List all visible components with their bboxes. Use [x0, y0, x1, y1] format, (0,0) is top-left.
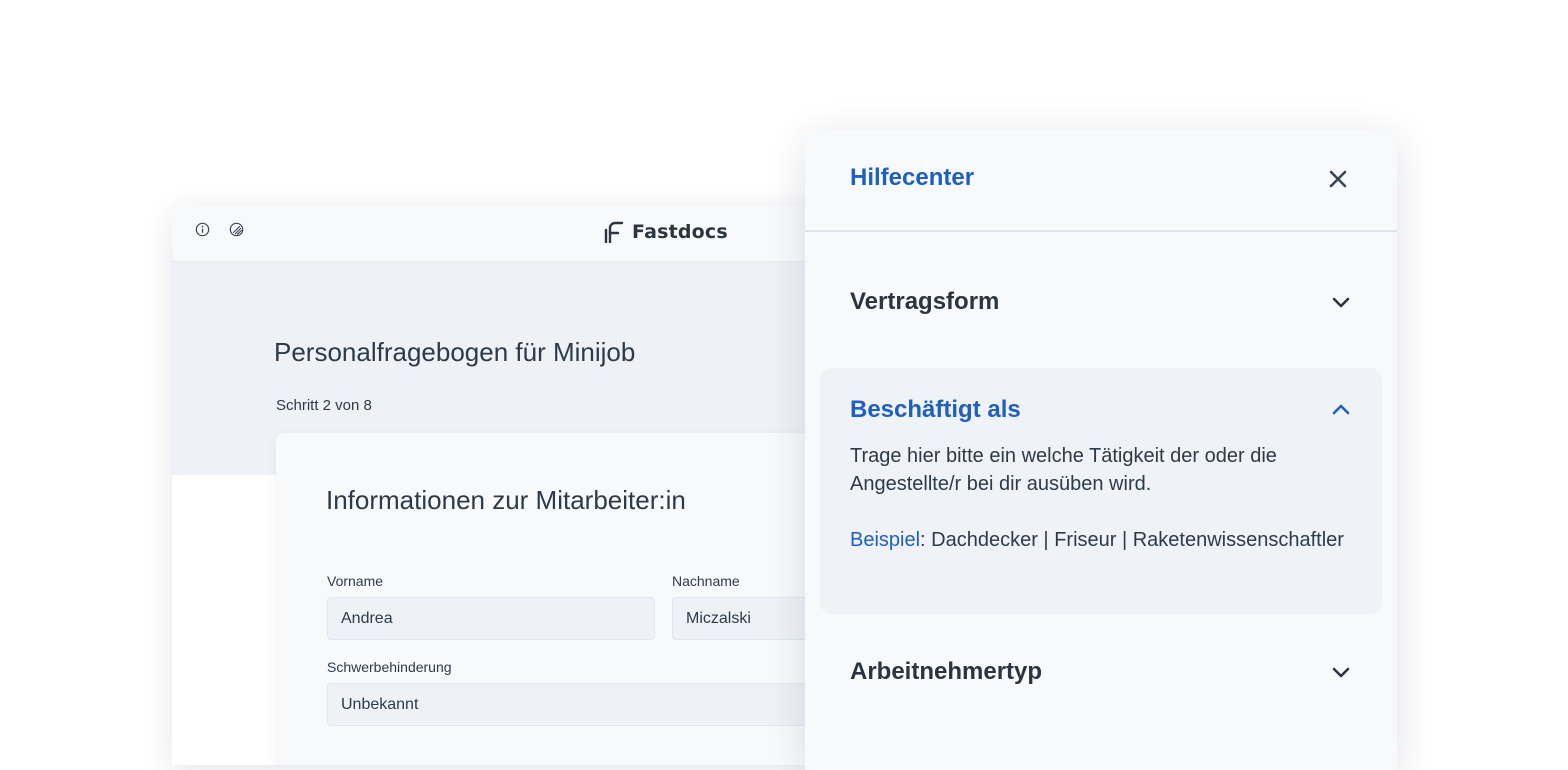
accordion-item-beschaeftigt-als[interactable]: Beschäftigt als Trage hier bitte ein wel… [820, 368, 1382, 614]
chevron-down-icon[interactable] [1330, 661, 1352, 683]
fastdocs-logo-icon [604, 221, 624, 243]
accordion-description: Trage hier bitte ein welche Tätigkeit de… [850, 445, 1277, 495]
firstname-input[interactable] [327, 597, 655, 640]
brand-logo: Fastdocs [604, 217, 728, 247]
accordion-header[interactable]: Arbeitnehmertyp [850, 658, 1352, 686]
brand-name: Fastdocs [632, 221, 728, 243]
close-button[interactable] [1323, 164, 1353, 194]
accordion-label: Beschäftigt als [850, 396, 1021, 423]
accordion-label: Vertragsform [850, 288, 1000, 315]
accordion-header[interactable]: Vertragsform [850, 288, 1352, 316]
theme-icon[interactable] [229, 222, 244, 237]
help-center-panel: Hilfecenter Vertragsform Beschäftigt als… [805, 130, 1397, 770]
step-indicator: Schritt 2 von 8 [276, 397, 372, 414]
chevron-up-icon[interactable] [1330, 399, 1352, 421]
example-link[interactable]: Beispiel [850, 529, 920, 551]
accordion-label: Arbeitnehmertyp [850, 658, 1043, 685]
info-icon[interactable] [195, 222, 210, 237]
firstname-label: Vorname [327, 573, 384, 589]
close-icon [1329, 170, 1347, 188]
help-header: Hilfecenter [805, 130, 1397, 232]
disability-label: Schwerbehinderung [327, 659, 452, 675]
page-title: Personalfragebogen für Minijob [274, 337, 636, 367]
section-title: Informationen zur Mitarbeiter:in [326, 485, 686, 515]
accordion-header[interactable]: Beschäftigt als [850, 396, 1352, 424]
accordion-item-vertragsform[interactable]: Vertragsform [820, 288, 1382, 316]
chevron-down-icon[interactable] [1330, 291, 1352, 313]
accordion-example: Beispiel: Dachdecker | Friseur | Raketen… [850, 526, 1352, 554]
accordion-body: Trage hier bitte ein welche Tätigkeit de… [850, 442, 1352, 554]
example-text: : Dachdecker | Friseur | Raketenwissensc… [920, 529, 1344, 551]
help-title: Hilfecenter [850, 164, 975, 191]
lastname-label: Nachname [672, 573, 740, 589]
accordion-item-arbeitnehmertyp[interactable]: Arbeitnehmertyp [820, 658, 1382, 686]
